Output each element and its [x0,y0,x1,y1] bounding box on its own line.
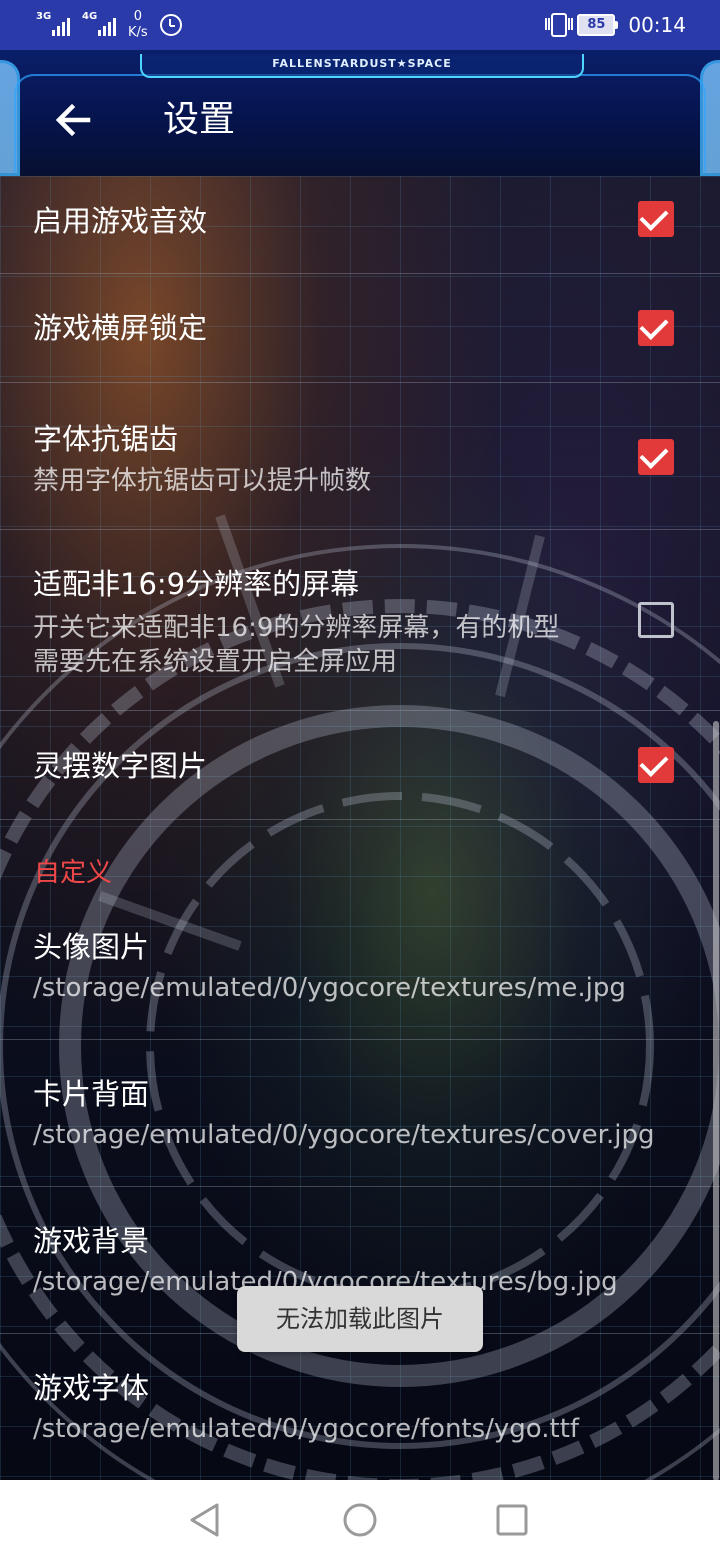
setting-row-pendulum-image[interactable]: 灵摆数字图片 [0,710,720,820]
setting-checkbox-pendulum-image[interactable] [638,747,674,783]
custom-item-avatar[interactable]: 头像图片 /storage/emulated/0/ygocore/texture… [0,892,720,1040]
setting-title: 字体抗锯齿 [33,422,179,456]
setting-row-font-antialias[interactable]: 字体抗锯齿 禁用字体抗锯齿可以提升帧数 [0,382,720,530]
setting-checkbox-aspect-ratio[interactable] [638,602,674,638]
network-speed-value: 0 [133,9,142,24]
custom-item-title: 游戏字体 [33,1371,150,1405]
setting-summary: 禁用字体抗锯齿可以提升帧数 [33,466,372,496]
status-bar: 3G 4G 0 K/s 85 00:14 [0,0,720,50]
network-type-label-2: 4G [82,11,98,22]
nav-home-icon [343,1503,377,1537]
app-bar: FALLENSTARDUST★SPACE 设置 [0,50,720,176]
setting-row-aspect-ratio[interactable]: 适配非16:9分辨率的屏幕 开关它来适配非16:9的分辨率屏幕，有的机型 需要先… [0,529,720,711]
battery-level: 85 [577,14,616,36]
back-button[interactable] [50,96,98,144]
nav-back-button[interactable] [186,1500,226,1540]
setting-summary-line1: 开关它来适配非16:9的分辨率屏幕，有的机型 [33,613,560,643]
custom-item-title: 游戏背景 [33,1224,150,1258]
status-right: 85 00:14 [545,10,686,40]
setting-title: 启用游戏音效 [33,204,208,238]
back-arrow-icon [55,103,91,137]
custom-item-path: /storage/emulated/0/ygocore/fonts/ygo.tt… [33,1414,580,1444]
setting-row-sound[interactable]: 启用游戏音效 [0,176,720,274]
custom-item-card-back[interactable]: 卡片背面 /storage/emulated/0/ygocore/texture… [0,1039,720,1187]
signal-icon: 3G [36,12,70,38]
setting-title: 适配非16:9分辨率的屏幕 [33,567,360,601]
frame-decoration [14,74,706,172]
nav-recent-icon [496,1504,528,1536]
network-speed-unit: K/s [128,25,148,40]
custom-item-font[interactable]: 游戏字体 /storage/emulated/0/ygocore/fonts/y… [0,1333,720,1480]
status-left: 3G 4G 0 K/s [36,8,182,42]
setting-checkbox-sound[interactable] [638,201,674,237]
nav-recent-button[interactable] [492,1500,532,1540]
network-speed: 0 K/s [128,9,148,41]
battery-icon: 85 [577,14,619,36]
setting-checkbox-font-antialias[interactable] [638,439,674,475]
vibrate-icon [545,13,574,37]
page-title: 设置 [163,99,236,140]
section-header-custom: 自定义 [34,858,113,888]
alarm-icon [159,14,182,36]
setting-row-landscape-lock[interactable]: 游戏横屏锁定 [0,273,720,383]
status-time: 00:14 [628,13,686,37]
nav-back-icon [190,1503,219,1537]
setting-title: 灵摆数字图片 [33,749,208,783]
brand-banner: FALLENSTARDUST★SPACE [140,54,584,78]
nav-home-button[interactable] [340,1500,380,1540]
network-type-label: 3G [36,11,52,22]
navigation-bar [0,1480,720,1560]
setting-checkbox-landscape-lock[interactable] [638,310,674,346]
scrollbar[interactable] [713,721,719,1480]
signal-icon-2: 4G [82,12,116,38]
setting-title: 游戏横屏锁定 [33,311,208,345]
custom-item-title: 卡片背面 [33,1077,150,1111]
custom-item-path: /storage/emulated/0/ygocore/textures/me.… [33,973,626,1003]
custom-item-title: 头像图片 [33,930,150,964]
setting-summary-line2: 需要先在系统设置开启全屏应用 [33,647,398,677]
custom-item-path: /storage/emulated/0/ygocore/textures/cov… [33,1120,655,1150]
toast-message: 无法加载此图片 [237,1286,483,1352]
settings-list[interactable]: 启用游戏音效 游戏横屏锁定 字体抗锯齿 禁用字体抗锯齿可以提升帧数 适配非16:… [0,176,720,1480]
